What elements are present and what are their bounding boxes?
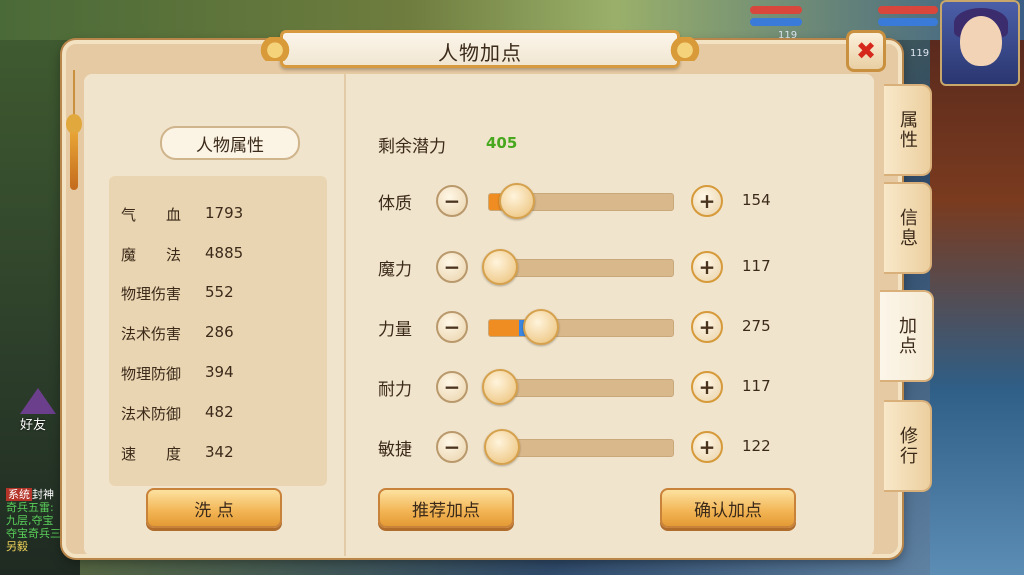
decrease-button[interactable]: −	[436, 371, 468, 403]
stat-slider[interactable]	[488, 319, 674, 337]
scene-background-right	[930, 40, 1024, 575]
remaining-potential-label: 剩余潜力	[378, 137, 446, 157]
decrease-button[interactable]: −	[436, 251, 468, 283]
friend-button[interactable]: 好友	[12, 388, 64, 444]
chat-line: 封神	[32, 488, 54, 501]
increase-button[interactable]: +	[691, 371, 723, 403]
remaining-potential-value: 405	[486, 134, 518, 152]
attribute-name: 物理防御	[121, 365, 182, 383]
increase-button[interactable]: +	[691, 251, 723, 283]
player-portrait[interactable]	[940, 0, 1020, 86]
stat-value: 154	[742, 191, 771, 209]
attribute-row-physical-defense: 物理防御 394	[121, 363, 285, 385]
attribute-value: 552	[205, 283, 234, 301]
recommend-points-button[interactable]: 推荐加点	[378, 488, 514, 528]
friend-label: 好友	[20, 418, 47, 433]
stat-label: 敏捷	[378, 440, 412, 460]
close-button[interactable]: ✖	[846, 30, 886, 72]
stat-row-endurance: 耐力 − + 117	[346, 368, 874, 408]
stat-value: 117	[742, 257, 771, 275]
stat-row-strength: 力量 − + 275	[346, 308, 874, 348]
tab-cultivation[interactable]: 修行	[884, 400, 932, 492]
tab-attributes[interactable]: 属性	[884, 84, 932, 176]
slider-handle[interactable]	[483, 429, 520, 465]
attribute-row-mp: 魔 法 4885	[121, 244, 285, 266]
player-mp-bar	[878, 18, 938, 26]
attributes-section-title: 人物属性	[160, 126, 300, 160]
attribute-row-speed: 速 度 342	[121, 443, 285, 465]
slider-handle[interactable]	[522, 309, 559, 345]
attribute-value: 394	[205, 363, 234, 381]
attribute-name: 物理伤害	[121, 285, 182, 303]
decrease-button[interactable]: −	[436, 185, 468, 217]
slider-handle[interactable]	[498, 183, 535, 219]
pet-hp-bar	[750, 6, 802, 14]
attribute-value: 286	[205, 323, 234, 341]
tab-add-points[interactable]: 加点	[880, 290, 934, 382]
stat-value: 117	[742, 377, 771, 395]
confirm-points-button[interactable]: 确认加点	[660, 488, 796, 528]
attribute-row-physical-damage: 物理伤害 552	[121, 283, 285, 305]
stat-label: 耐力	[378, 380, 412, 400]
chat-system-tag: 系统	[6, 488, 32, 501]
player-level: 119	[910, 48, 930, 59]
stat-row-magic: 魔力 − + 117	[346, 248, 874, 288]
friend-icon	[20, 388, 56, 414]
stat-row-agility: 敏捷 − + 122	[346, 428, 874, 468]
attribute-name: 气 血	[121, 206, 182, 224]
attribute-name: 魔 法	[121, 246, 182, 264]
increase-button[interactable]: +	[691, 311, 723, 343]
reset-points-button[interactable]: 洗 点	[146, 488, 282, 528]
slider-fill	[489, 320, 519, 336]
attribute-value: 342	[205, 443, 234, 461]
attribute-points-panel: 人物属性 气 血 1793 魔 法 4885 物理伤害 552 法术伤害 286	[62, 40, 902, 558]
tassel-ornament	[66, 70, 82, 190]
attribute-value: 1793	[205, 204, 244, 222]
close-icon: ✖	[855, 37, 877, 65]
slider-handle[interactable]	[481, 369, 518, 405]
tab-info[interactable]: 信息	[884, 182, 932, 274]
panel-body: 人物属性 气 血 1793 魔 法 4885 物理伤害 552 法术伤害 286	[84, 74, 874, 556]
stat-label: 力量	[378, 320, 412, 340]
attribute-row-magic-defense: 法术防御 482	[121, 403, 285, 425]
allocation-pane: 剩余潜力 405 体质 − + 154 魔力 − + 117 力量 − + 27…	[346, 74, 874, 556]
pet-mp-bar	[750, 18, 802, 26]
increase-button[interactable]: +	[691, 185, 723, 217]
attribute-value: 4885	[205, 244, 244, 262]
tab-label: 属性	[897, 110, 918, 150]
attribute-name: 法术伤害	[121, 325, 182, 343]
stat-value: 275	[742, 317, 771, 335]
increase-button[interactable]: +	[691, 431, 723, 463]
attributes-pane: 人物属性 气 血 1793 魔 法 4885 物理伤害 552 法术伤害 286	[84, 74, 346, 556]
portrait-face	[960, 16, 1002, 66]
player-hp-bar	[878, 6, 938, 14]
stat-row-constitution: 体质 − + 154	[346, 182, 874, 222]
stat-label: 魔力	[378, 260, 412, 280]
decrease-button[interactable]: −	[436, 431, 468, 463]
stat-value: 122	[742, 437, 771, 455]
attribute-name: 法术防御	[121, 405, 182, 423]
tab-label: 信息	[897, 208, 918, 248]
panel-title: 人物加点	[438, 41, 522, 65]
attributes-list: 气 血 1793 魔 法 4885 物理伤害 552 法术伤害 286 物理防御	[109, 176, 327, 486]
panel-title-plaque: 人物加点	[253, 30, 707, 68]
attribute-row-hp: 气 血 1793	[121, 204, 285, 226]
tab-label: 加点	[896, 316, 917, 356]
stat-label: 体质	[378, 194, 412, 214]
attribute-value: 482	[205, 403, 234, 421]
tab-label: 修行	[897, 426, 918, 466]
slider-handle[interactable]	[481, 249, 518, 285]
attribute-row-magic-damage: 法术伤害 286	[121, 323, 285, 345]
attribute-name: 速 度	[121, 445, 182, 463]
decrease-button[interactable]: −	[436, 311, 468, 343]
